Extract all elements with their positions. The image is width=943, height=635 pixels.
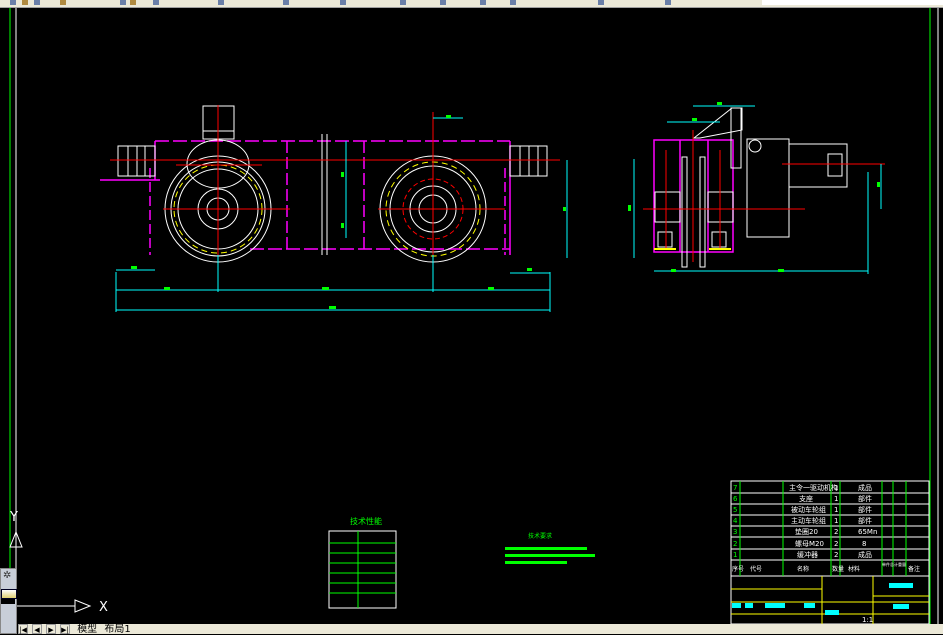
svg-text:2: 2 bbox=[733, 540, 737, 548]
first-tab-button[interactable]: |◀ bbox=[18, 624, 28, 634]
bom-row: 6 支座 1 部件 bbox=[733, 494, 872, 503]
svg-text:部件: 部件 bbox=[858, 505, 872, 514]
properties-icon[interactable] bbox=[153, 0, 159, 5]
svg-text:成品: 成品 bbox=[858, 483, 872, 492]
svg-text:序号: 序号 bbox=[732, 565, 744, 573]
drawing-canvas[interactable]: 技术性能 技术要求 1:1 7 主令一驱动机构 1 成品 6 支座 1 部件 5… bbox=[0, 8, 943, 624]
design-center-icon[interactable] bbox=[283, 0, 289, 5]
dim-icon[interactable] bbox=[480, 0, 486, 5]
bom-row: 2 螺母M20 2 8 bbox=[733, 539, 866, 548]
prev-tab-button[interactable]: ◀ bbox=[32, 624, 42, 634]
svg-text:7: 7 bbox=[733, 484, 737, 492]
pan-icon[interactable] bbox=[120, 0, 126, 5]
table-icon[interactable] bbox=[510, 0, 516, 5]
bom-row: 3 垫圈20 2 65Mn bbox=[733, 527, 877, 536]
tool-palette[interactable]: ✲ bbox=[0, 568, 17, 634]
svg-text:1: 1 bbox=[834, 517, 838, 525]
svg-text:1: 1 bbox=[733, 551, 737, 559]
front-view bbox=[100, 105, 568, 312]
svg-text:被动车轮组: 被动车轮组 bbox=[791, 505, 826, 514]
svg-text:螺母M20: 螺母M20 bbox=[795, 539, 824, 548]
layer-icon[interactable] bbox=[218, 0, 224, 5]
help-icon[interactable] bbox=[598, 0, 604, 5]
svg-text:数量: 数量 bbox=[832, 565, 844, 573]
technical-notes: 技术要求 bbox=[505, 532, 595, 564]
svg-text:65Mn: 65Mn bbox=[858, 528, 877, 536]
zoom-icon[interactable] bbox=[130, 0, 136, 5]
open-icon[interactable] bbox=[22, 0, 28, 5]
svg-text:5: 5 bbox=[733, 506, 737, 514]
svg-text:材料: 材料 bbox=[848, 565, 860, 573]
tool-palette-icon[interactable] bbox=[340, 0, 346, 5]
svg-text:缓冲器: 缓冲器 bbox=[797, 550, 818, 559]
bom-row: 4 主动车轮组 1 部件 bbox=[733, 516, 872, 525]
svg-text:2: 2 bbox=[834, 540, 838, 548]
bom-header: 序号 代号 名称 数量 材料 单件总计重量 备注 bbox=[732, 561, 920, 573]
bom-row: 1 缓冲器 2 成品 bbox=[733, 550, 872, 559]
drawing: 技术性能 技术要求 1:1 7 主令一驱动机构1 成品 6 支座 1 部件 5 … bbox=[9, 8, 939, 624]
ucs-icon: Y X bbox=[9, 510, 108, 615]
markup-icon[interactable] bbox=[400, 0, 406, 5]
svg-text:2: 2 bbox=[834, 528, 838, 536]
palette-bar bbox=[1, 599, 15, 604]
svg-text:2: 2 bbox=[834, 551, 838, 559]
title-block: 1:1 bbox=[730, 480, 930, 624]
last-tab-button[interactable]: ▶| bbox=[60, 624, 70, 634]
svg-text:支座: 支座 bbox=[799, 494, 813, 503]
svg-text:3: 3 bbox=[733, 528, 737, 536]
svg-text:主令一驱动机构: 主令一驱动机构 bbox=[789, 483, 838, 492]
svg-text:1: 1 bbox=[834, 506, 838, 514]
side-view bbox=[633, 105, 885, 274]
svg-text:1: 1 bbox=[834, 484, 838, 492]
svg-text:4: 4 bbox=[733, 517, 738, 525]
ucs-x-label: X bbox=[99, 600, 108, 615]
svg-text:单件总计重量: 单件总计重量 bbox=[882, 561, 906, 567]
tech-table-title: 技术性能 bbox=[350, 516, 382, 526]
undo-icon[interactable] bbox=[60, 0, 66, 5]
svg-text:名称: 名称 bbox=[797, 565, 809, 573]
new-icon[interactable] bbox=[10, 0, 16, 5]
svg-text:部件: 部件 bbox=[858, 516, 872, 525]
svg-text:成品: 成品 bbox=[858, 550, 872, 559]
layer-dropdown[interactable] bbox=[762, 0, 943, 5]
layout-tabs: |◀ ◀ ▶ ▶| 模型 布局1 bbox=[18, 624, 943, 635]
layer-dropdown-icon[interactable] bbox=[665, 0, 671, 5]
next-tab-button[interactable]: ▶ bbox=[46, 624, 56, 634]
bom-row: 7 主令一驱动机构1 成品 bbox=[733, 483, 872, 492]
svg-text:8: 8 bbox=[862, 540, 866, 548]
gear-icon[interactable]: ✲ bbox=[3, 571, 14, 581]
svg-text:1: 1 bbox=[834, 495, 838, 503]
ucs-y-label: Y bbox=[9, 510, 18, 525]
svg-text:6: 6 bbox=[733, 495, 738, 503]
notes-title: 技术要求 bbox=[528, 532, 552, 540]
svg-text:垫圈20: 垫圈20 bbox=[795, 527, 818, 536]
svg-text:部件: 部件 bbox=[858, 494, 872, 503]
scale-text: 1:1 bbox=[862, 616, 873, 624]
calc-icon[interactable] bbox=[440, 0, 446, 5]
bom-row: 5 被动车轮组 1 部件 bbox=[733, 505, 872, 514]
toolbar bbox=[0, 0, 943, 8]
tech-table: 技术性能 bbox=[328, 516, 397, 609]
save-icon[interactable] bbox=[34, 0, 40, 5]
palette-swatch[interactable] bbox=[1, 589, 17, 599]
svg-text:备注: 备注 bbox=[908, 565, 920, 573]
svg-text:主动车轮组: 主动车轮组 bbox=[791, 516, 826, 525]
svg-text:代号: 代号 bbox=[750, 565, 762, 573]
